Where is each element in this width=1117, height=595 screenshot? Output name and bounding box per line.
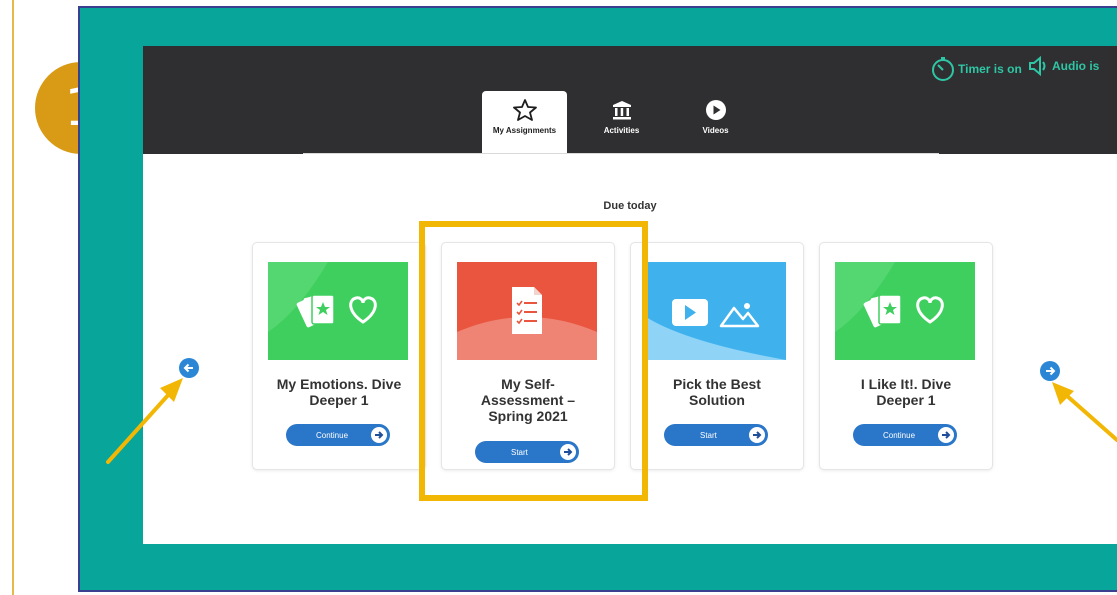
annotation-arrows [106,378,1117,464]
annotation-arrow-left [106,378,183,464]
annotation-arrow-right [1052,382,1117,442]
